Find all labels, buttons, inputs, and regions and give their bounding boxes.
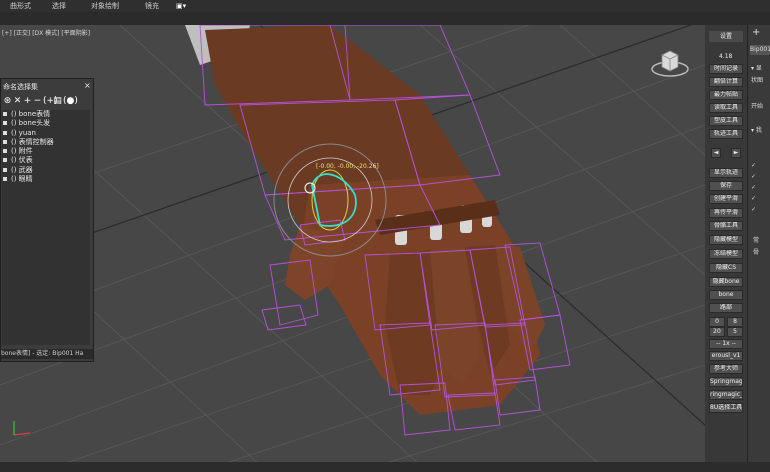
tool-button[interactable]: 隐藏CS [709, 263, 743, 273]
menu-item-mirror[interactable]: 镜充 [145, 0, 159, 12]
panel-title: 命名选择集 [3, 83, 38, 91]
rollout-text: 常 [753, 237, 760, 244]
tool-button[interactable]: 隐藏bone [709, 277, 743, 287]
tool-button[interactable]: 翻倍计算 [709, 77, 743, 87]
script-button[interactable]: erousl_v1 [709, 351, 743, 361]
selection-status: bone表情] - 选定: Bip001 Ha [1, 349, 93, 359]
arrow-right-icon[interactable]: ► [731, 148, 741, 158]
menu-item-select[interactable]: 选择 [52, 0, 66, 12]
script-button[interactable]: 8U选择工具 [709, 403, 743, 413]
speed-dropdown[interactable]: -- 1x -- [709, 339, 743, 349]
list-item[interactable]: () 武器 [2, 166, 90, 175]
tool-button[interactable]: 最力帖贴 [709, 90, 743, 100]
tool-button[interactable]: 骨骼工具 [709, 221, 743, 231]
subtract-icon[interactable]: − [33, 96, 42, 106]
rollout-toggle[interactable]: ▾ 我 [751, 125, 762, 134]
checkbox[interactable]: ✓ [751, 173, 756, 180]
viewcube-icon[interactable] [650, 43, 690, 83]
tool-button[interactable]: 隐藏模型 [709, 235, 743, 245]
expand-icon [3, 149, 7, 154]
end-frame-field[interactable]: 8 [727, 317, 743, 327]
list-item[interactable]: () 眼睛 [2, 175, 90, 184]
tool-button[interactable]: 时间记录 [709, 64, 743, 74]
scene-render [0, 25, 705, 465]
close-icon[interactable]: × [84, 81, 91, 90]
rollout-display[interactable]: ▾ 显 [751, 63, 762, 72]
create-tab-icon[interactable]: + [752, 27, 760, 38]
object-name-field[interactable]: Bip001 [750, 45, 770, 55]
tool-button[interactable]: 轨迹工具 [709, 129, 743, 139]
step-field[interactable]: 20 [709, 327, 725, 337]
create-set-icon[interactable]: ⊛ [3, 96, 12, 106]
script-button[interactable]: Springmag [709, 377, 743, 387]
list-item[interactable]: () 表情控制器 [2, 138, 90, 147]
list-icon[interactable]: ▤ [53, 96, 62, 106]
rollout-text: 骨 [753, 249, 760, 256]
menu-item-object-paint[interactable]: 对象绘制 [91, 0, 119, 12]
list-item[interactable]: () bone头发 [2, 119, 90, 128]
select-objects-icon[interactable]: (+) [43, 96, 58, 106]
add-icon[interactable]: + [23, 96, 32, 106]
expand-icon [3, 121, 7, 126]
delete-icon[interactable]: ✕ [13, 96, 22, 106]
checkbox[interactable]: ✓ [751, 195, 756, 202]
checkbox[interactable]: ✓ [751, 184, 756, 191]
tool-button[interactable]: 路部 [709, 303, 743, 313]
expand-icon [3, 167, 7, 172]
selection-set-list: () bone表情 () bone头发 () yuan () 表情控制器 () … [2, 110, 90, 345]
expand-icon [3, 139, 7, 144]
menu-item-form[interactable]: 曲形式 [10, 0, 31, 12]
tool-button[interactable]: 冻结模型 [709, 249, 743, 259]
list-item[interactable]: () bone表情 [2, 110, 90, 119]
highlight-icon[interactable]: (●) [63, 96, 78, 106]
arrow-left-icon[interactable]: ◄ [711, 148, 721, 158]
start-frame-field[interactable]: 0 [709, 317, 725, 327]
expand-icon [3, 177, 7, 182]
camera-icon[interactable]: ▣▾ [176, 0, 186, 12]
checkbox[interactable]: ✓ [751, 162, 756, 169]
tool-button[interactable]: 读取工具 [709, 103, 743, 113]
status-bar [0, 462, 770, 472]
checkbox[interactable]: ✓ [751, 206, 756, 213]
rollout-text: 状图 [751, 77, 764, 84]
expand-icon [3, 112, 7, 116]
coordinate-readout: [-0.00, -0.00, -20.26] [316, 163, 379, 170]
viewport-perspective[interactable]: [+] [正交] [DX 模式] [平面阴影] [-0.00, -0.00, -… [0, 25, 705, 465]
expand-icon [3, 158, 7, 163]
selection-toolbar: ⊛ ✕ + − (+) ▤ (●) [3, 96, 89, 108]
axis-tripod [13, 421, 31, 436]
tool-button[interactable]: 创建平滑 [709, 194, 743, 204]
viewport-label[interactable]: [+] [正交] [DX 模式] [平面阴影] [2, 28, 90, 37]
count-field[interactable]: 5 [727, 327, 743, 337]
named-selection-panel: 命名选择集 × ⊛ ✕ + − (+) ▤ (●) () bone表情 () b… [0, 78, 94, 362]
tool-button[interactable]: 显示轨迹 [709, 168, 743, 178]
menu-bar: 曲形式 选择 对象绘制 镜充 ▣▾ [0, 0, 770, 12]
expand-icon [3, 130, 7, 135]
version-label: 4.18 [719, 53, 733, 60]
tool-button[interactable]: 保存 [709, 181, 743, 191]
script-panel: 设置 4.18 时间记录 翻倍计算 最力帖贴 读取工具 塑皮工具 轨迹工具 ◄ … [705, 25, 747, 465]
command-panel: + Bip001 ▾ 显 状图 开始 ▾ 我 ✓ ✓ ✓ ✓ ✓ 常 骨 [747, 25, 770, 465]
script-button[interactable]: 参考大师 [709, 364, 743, 374]
tool-button[interactable]: 塑皮工具 [709, 116, 743, 126]
script-button[interactable]: ringmagic_ [709, 390, 743, 400]
tool-button[interactable]: bone [709, 290, 743, 300]
settings-button[interactable]: 设置 [709, 31, 743, 42]
list-item[interactable]: () yuan [2, 129, 90, 138]
rollout-text: 开始 [751, 103, 764, 110]
tool-button[interactable]: 再传平滑 [709, 208, 743, 218]
list-item[interactable]: () 伏表 [2, 156, 90, 165]
